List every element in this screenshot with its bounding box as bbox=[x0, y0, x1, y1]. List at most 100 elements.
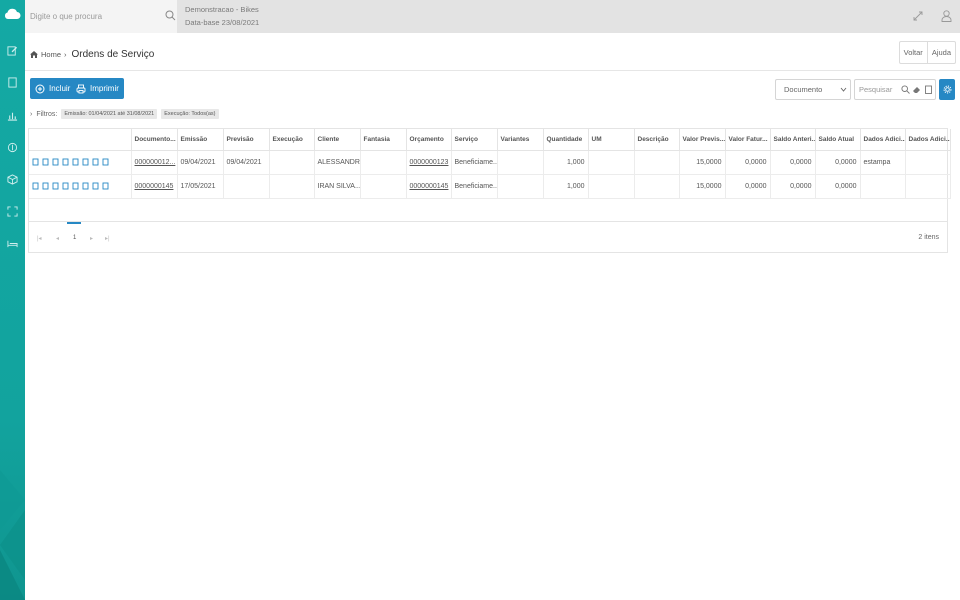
first-page-button[interactable]: |◂ bbox=[37, 235, 42, 242]
copy-icon[interactable] bbox=[62, 158, 69, 166]
fullscreen-icon[interactable] bbox=[913, 11, 923, 21]
breadcrumb-home[interactable]: Home bbox=[41, 50, 61, 59]
column-header[interactable]: Saldo Atual bbox=[815, 129, 861, 151]
help-button[interactable]: Ajuda bbox=[928, 42, 955, 63]
print-icon[interactable] bbox=[102, 182, 109, 190]
table-cell bbox=[223, 174, 270, 199]
table-header-row: Documento... Emissão Previsão Execução Clien… bbox=[29, 129, 951, 151]
table-cell: 1,000 bbox=[543, 174, 589, 199]
column-header[interactable]: Fantasia bbox=[360, 129, 407, 151]
search-icon[interactable] bbox=[52, 158, 59, 166]
table-cell: 15,0000 bbox=[679, 150, 726, 175]
trash-icon[interactable] bbox=[82, 158, 89, 166]
column-header[interactable]: Variantes bbox=[497, 129, 544, 151]
cell-link[interactable]: 000000012... bbox=[135, 159, 176, 166]
plus-circle-icon bbox=[35, 84, 45, 93]
column-header[interactable]: Documento... bbox=[131, 129, 178, 151]
filter-chip[interactable]: Execução: Todos(as) bbox=[161, 109, 219, 119]
column-header[interactable]: Valor Previs... bbox=[679, 129, 726, 151]
table-cell[interactable]: 000000012... bbox=[131, 150, 178, 175]
split-icon[interactable] bbox=[32, 158, 39, 166]
column-header[interactable]: Quantidade bbox=[543, 129, 589, 151]
search-icon[interactable] bbox=[165, 10, 176, 21]
row-actions bbox=[29, 150, 132, 175]
header-button-group: Voltar Ajuda bbox=[898, 41, 956, 64]
print-icon[interactable] bbox=[102, 158, 109, 166]
split-icon[interactable] bbox=[32, 182, 39, 190]
search-icon[interactable] bbox=[52, 182, 59, 190]
cloud-logo-icon[interactable] bbox=[4, 7, 21, 20]
table-row[interactable]: 0000000145 17/05/2021 IRAN SILVA... 0000000… bbox=[29, 174, 951, 199]
table-cell bbox=[497, 174, 544, 199]
breadcrumb-separator: › bbox=[64, 50, 67, 59]
table-search-input[interactable]: Pesquisar bbox=[854, 79, 936, 100]
box-icon[interactable] bbox=[6, 173, 19, 186]
column-header[interactable]: Execução bbox=[269, 129, 315, 151]
table-cell[interactable]: 0000000123 bbox=[406, 150, 452, 175]
document-icon[interactable] bbox=[6, 76, 19, 89]
file-icon[interactable] bbox=[92, 182, 99, 190]
global-search-input[interactable]: Digite o que procura bbox=[25, 0, 177, 33]
money-icon[interactable] bbox=[6, 141, 19, 154]
table-cell[interactable]: 0000000145 bbox=[131, 174, 178, 199]
table-cell bbox=[497, 150, 544, 175]
edit-icon[interactable] bbox=[6, 44, 19, 57]
next-page-button[interactable]: ▸ bbox=[90, 235, 93, 242]
file-icon[interactable] bbox=[92, 158, 99, 166]
last-page-button[interactable]: ▸| bbox=[105, 235, 110, 242]
table-row[interactable]: 000000012... 09/04/2021 09/04/2021 ALESSAND… bbox=[29, 150, 951, 175]
column-header[interactable]: Orçamento bbox=[406, 129, 452, 151]
column-header[interactable]: Valor Fatur... bbox=[725, 129, 771, 151]
prev-page-button[interactable]: ◂ bbox=[56, 235, 59, 242]
expand-frame-icon[interactable] bbox=[6, 205, 19, 218]
base-date: Data-base 23/08/2021 bbox=[185, 18, 260, 27]
table-cell: 0,0000 bbox=[725, 150, 771, 175]
add-button[interactable]: Incluir bbox=[30, 78, 76, 99]
user-icon[interactable] bbox=[941, 10, 952, 22]
table-cell[interactable]: 0000000145 bbox=[406, 174, 452, 199]
filters-toggle-icon[interactable]: › bbox=[30, 111, 32, 118]
column-header[interactable]: Saldo Anteri... bbox=[770, 129, 816, 151]
cell-link[interactable]: 0000000123 bbox=[410, 159, 449, 166]
page-number[interactable]: 1 bbox=[73, 235, 76, 241]
clipboard-icon[interactable] bbox=[924, 85, 933, 94]
filter-chip[interactable]: Emissão: 01/04/2021 até 31/08/2021 bbox=[61, 109, 158, 119]
table-cell: IRAN SILVA... bbox=[314, 174, 361, 199]
column-header[interactable]: Dados Adici... bbox=[860, 129, 906, 151]
column-header[interactable]: Emissão bbox=[177, 129, 224, 151]
filters-label: Filtros: bbox=[36, 110, 58, 118]
print-button[interactable]: Imprimir bbox=[71, 78, 124, 99]
cell-link[interactable]: 0000000145 bbox=[410, 183, 449, 190]
table-cell: 09/04/2021 bbox=[177, 150, 224, 175]
column-header[interactable]: UM bbox=[588, 129, 635, 151]
column-header[interactable]: Dados Adici... bbox=[905, 129, 951, 151]
table-cell: ALESSANDR... bbox=[314, 150, 361, 175]
column-header[interactable]: Cliente bbox=[314, 129, 361, 151]
table-cell bbox=[860, 174, 906, 199]
global-search-placeholder: Digite o que procura bbox=[30, 12, 103, 21]
back-button[interactable]: Voltar bbox=[900, 42, 928, 63]
settings-button[interactable] bbox=[939, 79, 955, 100]
trash-icon[interactable] bbox=[82, 182, 89, 190]
topbar: Digite o que procura Demonstracao - Bike… bbox=[25, 0, 960, 33]
bed-icon[interactable] bbox=[6, 237, 19, 250]
table-cell bbox=[269, 174, 315, 199]
table-cell: Beneficiame... bbox=[451, 150, 498, 175]
search-icon[interactable] bbox=[901, 85, 910, 94]
document-select[interactable]: Documento bbox=[775, 79, 851, 100]
pencil-icon[interactable] bbox=[42, 158, 49, 166]
column-header[interactable]: Serviço bbox=[451, 129, 498, 151]
eraser-icon[interactable] bbox=[912, 85, 921, 94]
copy-icon[interactable] bbox=[62, 182, 69, 190]
chart-icon[interactable] bbox=[6, 109, 19, 122]
current-page-indicator bbox=[67, 222, 81, 224]
document-icon[interactable] bbox=[72, 158, 79, 166]
home-icon[interactable] bbox=[30, 51, 38, 58]
column-header[interactable]: Descrição bbox=[634, 129, 680, 151]
table-cell bbox=[905, 174, 951, 199]
pencil-icon[interactable] bbox=[42, 182, 49, 190]
cell-link[interactable]: 0000000145 bbox=[135, 183, 174, 190]
document-icon[interactable] bbox=[72, 182, 79, 190]
printer-icon bbox=[76, 84, 86, 93]
column-header[interactable]: Previsão bbox=[223, 129, 270, 151]
